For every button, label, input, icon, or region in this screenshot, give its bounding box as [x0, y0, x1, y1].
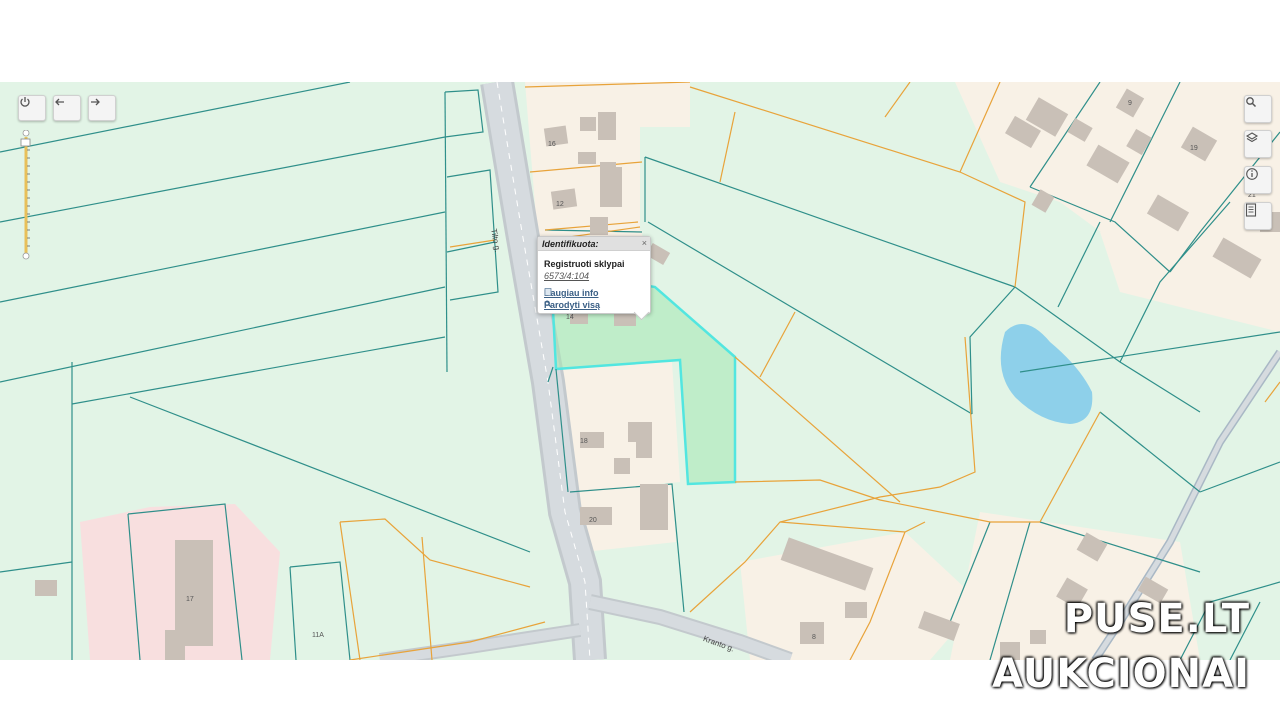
- cadastral-map[interactable]: 16 12 14 18 20 17 11A 19 21 9 8 Tilto g.…: [0, 82, 1280, 660]
- popup-header: Identifikuota:: [538, 237, 650, 251]
- search-icon: [1246, 97, 1257, 108]
- document-icon: [544, 288, 552, 296]
- house-number: 14: [566, 314, 574, 321]
- top-blank-area: [0, 0, 1280, 82]
- house-number: 20: [589, 517, 597, 524]
- power-button[interactable]: [18, 95, 46, 121]
- layers-icon: [1245, 132, 1259, 143]
- zoom-slider[interactable]: [20, 130, 32, 260]
- map-canvas[interactable]: [0, 82, 1280, 660]
- pond: [1000, 324, 1093, 424]
- watermark-line1: PUSE.LT: [1063, 596, 1250, 642]
- magnifier-icon: [544, 300, 552, 308]
- house-number: 18: [580, 438, 588, 445]
- house-number: 17: [186, 596, 194, 603]
- parcel-id-link[interactable]: 6573/4:104: [544, 271, 589, 281]
- show-all-link[interactable]: Parodyti visą: [544, 300, 600, 310]
- power-icon: [20, 97, 30, 107]
- popup-title: Registruoti sklypai: [544, 259, 625, 269]
- info-button[interactable]: [1244, 166, 1272, 194]
- arrow-right-icon: [91, 98, 100, 106]
- show-all-label: Parodyti visą: [544, 300, 601, 310]
- house-number: 19: [1190, 145, 1198, 152]
- document-icon: [1245, 203, 1257, 217]
- forward-button[interactable]: [88, 95, 116, 121]
- identify-popup: Identifikuota: × Registruoti sklypai 657…: [537, 236, 651, 321]
- info-icon: [1246, 168, 1258, 180]
- arrow-left-icon: [55, 98, 64, 106]
- residential-areas: [525, 82, 1280, 660]
- house-number: 8: [812, 634, 816, 641]
- zoom-handle: [20, 138, 31, 147]
- house-number: 9: [1128, 100, 1132, 107]
- more-info-link[interactable]: Daugiau info: [544, 288, 599, 298]
- legend-button[interactable]: [1244, 202, 1272, 230]
- close-icon[interactable]: ×: [642, 238, 647, 248]
- house-number: 12: [556, 201, 564, 208]
- more-info-label: Daugiau info: [544, 288, 599, 298]
- back-button[interactable]: [53, 95, 81, 121]
- house-number: 11A: [312, 632, 324, 639]
- search-button[interactable]: [1244, 95, 1272, 123]
- house-number: 16: [548, 141, 556, 148]
- layers-button[interactable]: [1244, 130, 1272, 158]
- watermark-line2: AUKCIONAI: [992, 651, 1250, 697]
